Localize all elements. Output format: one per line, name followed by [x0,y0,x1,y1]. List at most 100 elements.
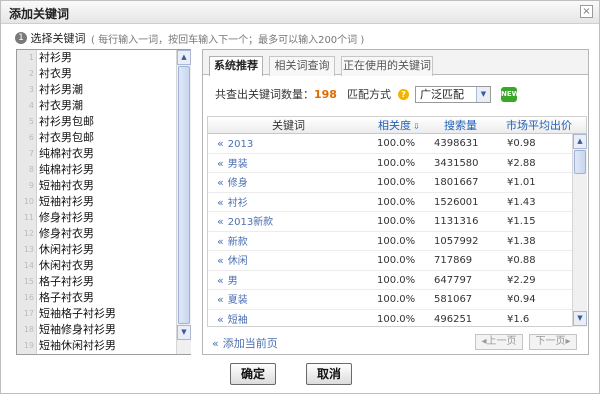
help-icon[interactable]: ? [398,89,409,100]
table-scrollbar[interactable]: ▲ ▼ [572,134,587,327]
step-hint: ( 每行输入一词，按回车输入下一个；最多可以输入200个词 ) [91,34,365,46]
match-label: 匹配方式 [347,88,391,101]
row-relevance: 100.0% [377,196,416,208]
add-keyword-arrow-icon[interactable]: « [217,254,224,267]
keyword-line[interactable]: 休闲衬衣男 [38,258,174,274]
next-page-button[interactable]: 下一页▸ [529,334,577,350]
row-keyword[interactable]: «休闲 [217,251,248,270]
add-keyword-arrow-icon[interactable]: « [217,313,224,326]
tab-system-recommend[interactable]: 系统推荐 [209,56,263,76]
row-search-volume: 496251 [434,313,473,325]
match-type-value: 广泛匹配 [420,88,464,101]
scroll-down-icon[interactable]: ▼ [177,325,191,340]
row-keyword[interactable]: «修身 [217,173,248,192]
keyword-line[interactable]: 衬衫男包邮 [38,114,174,130]
double-left-arrow-icon: « [212,337,219,350]
row-search-volume: 1801667 [434,177,479,188]
line-number: 19 [23,341,34,350]
keyword-line[interactable]: 衬衫男潮 [38,82,174,98]
keyword-line[interactable]: 纯棉衬衫男 [38,162,174,178]
result-info: 共查出关键词数量：198 匹配方式 ? 广泛匹配 ▼ NEW [215,86,585,104]
row-keyword-text: 男装 [227,158,248,170]
header-keyword: 关键词 [272,119,305,132]
header-relevance[interactable]: 相关度 ⇩ [378,117,420,134]
line-number: 16 [23,293,34,302]
row-avg-price: ¥1.38 [507,235,536,247]
row-avg-price: ¥0.88 [507,255,536,266]
chevron-down-icon: ▼ [476,87,490,102]
row-keyword[interactable]: «2013新款 [217,212,273,231]
row-keyword-text: 夏装 [227,295,248,306]
line-number: 15 [23,277,34,286]
add-keyword-arrow-icon[interactable]: « [217,293,224,306]
add-keyword-arrow-icon[interactable]: « [217,274,224,287]
add-keyword-arrow-icon[interactable]: « [217,196,224,209]
add-current-page-link[interactable]: «添加当前页 [212,335,278,351]
row-keyword[interactable]: «衬衫 [217,193,248,212]
table-row: «修身 100.0% 1801667 ¥1.01 [208,173,572,193]
table-row: «衬衫 100.0% 1526001 ¥1.43 [208,193,572,212]
line-number: 11 [23,213,34,222]
add-keyword-arrow-icon[interactable]: « [217,137,224,150]
keyword-line[interactable]: 休闲衬衫男 [38,242,174,258]
table-scroll-thumb[interactable] [574,150,586,174]
close-icon[interactable]: × [580,5,593,18]
row-keyword[interactable]: «新款 [217,232,248,251]
keyword-line[interactable]: 衬衣男潮 [38,98,174,114]
keyword-line[interactable]: 短袖格子衬衫男 [38,306,174,322]
keyword-line[interactable]: 短袖休闲衬衫男 [38,338,174,354]
keyword-textarea[interactable]: 1 2 3 4 5 6 7 8 9 10 11 12 13 14 15 16 17 18 19 衬衫男 衬衣男 衬衫男潮… [16,49,191,355]
confirm-button[interactable]: 确定 [230,363,276,385]
match-type-select[interactable]: 广泛匹配 ▼ [415,86,491,103]
add-keyword-arrow-icon[interactable]: « [217,176,224,189]
count-value: 198 [314,88,337,101]
table-scroll-up-icon[interactable]: ▲ [573,134,587,149]
add-keyword-arrow-icon[interactable]: « [217,157,224,170]
tab-bar: 系统推荐 相关词查询 正在使用的关键词 [203,50,588,76]
line-number: 3 [28,85,34,94]
keyword-line[interactable]: 衬衣男包邮 [38,130,174,146]
line-number: 13 [23,245,34,254]
tab-keywords-in-use[interactable]: 正在使用的关键词 [341,56,433,76]
row-keyword[interactable]: «男装 [217,154,248,173]
prev-page-button[interactable]: ◂上一页 [475,334,523,350]
step-title: 选择关键词 [30,32,86,45]
keyword-line[interactable]: 短袖衬衫男 [38,194,174,210]
add-keyword-arrow-icon[interactable]: « [217,215,224,228]
header-avg-price[interactable]: 市场平均出价 [506,117,572,134]
row-relevance: 100.0% [377,138,416,149]
row-keyword[interactable]: «男 [217,271,238,290]
row-keyword-text: 衬衫 [227,197,248,209]
add-keyword-arrow-icon[interactable]: « [217,235,224,248]
keyword-line[interactable]: 短袖修身衬衫男 [38,322,174,338]
scroll-up-icon[interactable]: ▲ [177,50,191,65]
row-relevance: 100.0% [377,255,416,266]
keyword-line[interactable]: 格子衬衫男 [38,274,174,290]
keyword-scrollbar[interactable]: ▲ ▼ [176,50,191,354]
row-avg-price: ¥0.98 [507,138,536,149]
add-keyword-dialog: 添加关键词 × 1 选择关键词 ( 每行输入一词，按回车输入下一个；最多可以输入… [0,0,600,394]
scroll-thumb[interactable] [178,66,190,324]
table-row: «短袖 100.0% 496251 ¥1.6 [208,310,572,328]
keyword-line[interactable]: 短袖衬衣男 [38,178,174,194]
row-keyword-text: 男 [227,275,238,287]
line-number: 14 [23,261,34,270]
cancel-button[interactable]: 取消 [306,363,352,385]
row-search-volume: 4398631 [434,138,479,149]
keyword-table: 关键词 相关度 ⇩ 搜索量 市场平均出价 «2013 100.0% 4398631 ¥0… [207,116,587,327]
keyword-line[interactable]: 衬衫男 [38,50,174,66]
line-number: 17 [23,309,34,318]
keyword-line[interactable]: 纯棉衬衣男 [38,146,174,162]
keyword-line[interactable]: 修身衬衫男 [38,210,174,226]
keyword-line[interactable]: 格子衬衣男 [38,290,174,306]
count-label: 共查出关键词数量： [215,88,314,101]
keyword-line[interactable]: 修身衬衣男 [38,226,174,242]
keyword-line[interactable]: 衬衣男 [38,66,174,82]
header-search-volume[interactable]: 搜索量 [444,117,477,134]
tab-related-search[interactable]: 相关词查询 [269,56,335,76]
table-scroll-down-icon[interactable]: ▼ [573,311,587,326]
row-keyword[interactable]: «2013 [217,134,253,153]
row-keyword[interactable]: «夏装 [217,290,248,309]
keyword-lines[interactable]: 衬衫男 衬衣男 衬衫男潮 衬衣男潮 衬衫男包邮 衬衣男包邮 纯棉衬衣男 纯棉衬衫男 短袖衬衣男短… [38,50,174,354]
row-keyword[interactable]: «短袖 [217,310,248,328]
